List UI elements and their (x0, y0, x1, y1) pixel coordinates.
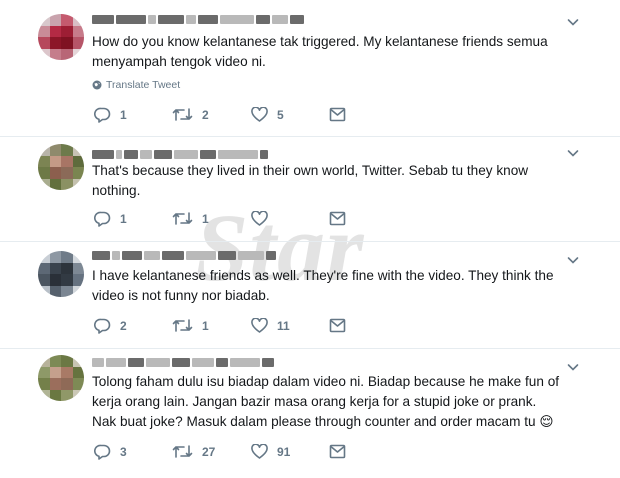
tweet-text: Tolong faham dulu isu biadap dalam video… (92, 374, 560, 429)
tweet-3[interactable]: I have kelantanese friends as well. They… (0, 242, 620, 348)
tweet-4[interactable]: Tolong faham dulu isu biadap dalam video… (0, 349, 620, 478)
direct-message-button[interactable] (329, 211, 346, 226)
avatar[interactable] (38, 251, 84, 297)
retweet-button[interactable]: 2 (172, 107, 209, 122)
tweet-text: How do you know kelantanese tak triggere… (92, 34, 548, 69)
avatar[interactable] (38, 14, 84, 60)
tweet-text: I have kelantanese friends as well. They… (92, 268, 554, 303)
direct-message-button[interactable] (329, 318, 346, 333)
retweet-icon (172, 212, 193, 225)
avatar[interactable] (38, 355, 84, 401)
retweet-button[interactable]: 1 (172, 211, 209, 226)
avatar[interactable] (38, 144, 84, 190)
reply-icon (94, 318, 111, 334)
chevron-down-icon[interactable] (567, 147, 579, 159)
tweet-2[interactable]: That's because they lived in their own w… (0, 137, 620, 241)
reply-button[interactable]: 3 (94, 444, 127, 460)
like-count: 11 (277, 318, 290, 333)
direct-message-icon (329, 107, 346, 122)
heart-icon (251, 444, 268, 459)
retweet-count: 2 (202, 107, 209, 122)
translate-label: Translate Tweet (106, 79, 181, 91)
heart-icon (251, 318, 268, 333)
retweet-button[interactable]: 1 (172, 318, 209, 333)
retweet-icon (172, 108, 193, 121)
retweet-count: 1 (202, 318, 209, 333)
retweet-icon (172, 319, 193, 332)
retweet-count: 1 (202, 211, 209, 226)
reply-button[interactable]: 1 (94, 107, 127, 123)
username-blurred[interactable] (92, 14, 304, 25)
reply-button[interactable]: 2 (94, 318, 127, 334)
like-button[interactable] (251, 211, 277, 226)
direct-message-icon (329, 318, 346, 333)
retweet-icon (172, 445, 193, 458)
reply-icon (94, 444, 111, 460)
username-blurred[interactable] (92, 149, 268, 160)
reply-count: 3 (120, 445, 127, 459)
direct-message-button[interactable] (329, 444, 346, 459)
direct-message-icon (329, 444, 346, 459)
username-blurred[interactable] (92, 357, 274, 368)
tweet-1[interactable]: How do you know kelantanese tak triggere… (0, 0, 620, 136)
chevron-down-icon[interactable] (567, 16, 579, 28)
translate-tweet-link[interactable]: Translate Tweet (92, 79, 180, 91)
reply-button[interactable]: 1 (94, 211, 127, 227)
direct-message-icon (329, 211, 346, 226)
globe-icon (92, 80, 102, 90)
like-button[interactable]: 91 (251, 444, 290, 459)
like-count: 91 (277, 444, 291, 459)
like-button[interactable]: 11 (251, 318, 290, 333)
heart-icon (251, 211, 268, 226)
like-button[interactable]: 5 (251, 107, 284, 122)
chevron-down-icon[interactable] (567, 361, 579, 373)
retweet-count: 27 (202, 444, 216, 459)
chevron-down-icon[interactable] (567, 254, 579, 266)
heart-icon (251, 107, 268, 122)
like-count: 5 (277, 107, 284, 122)
username-blurred[interactable] (92, 250, 276, 261)
direct-message-button[interactable] (329, 107, 346, 122)
reply-count: 2 (120, 319, 127, 333)
reply-count: 1 (120, 108, 127, 122)
reply-count: 1 (120, 212, 127, 226)
retweet-button[interactable]: 27 (172, 444, 215, 459)
reply-icon (94, 107, 111, 123)
tweet-text: That's because they lived in their own w… (92, 163, 529, 198)
reply-icon (94, 211, 111, 227)
